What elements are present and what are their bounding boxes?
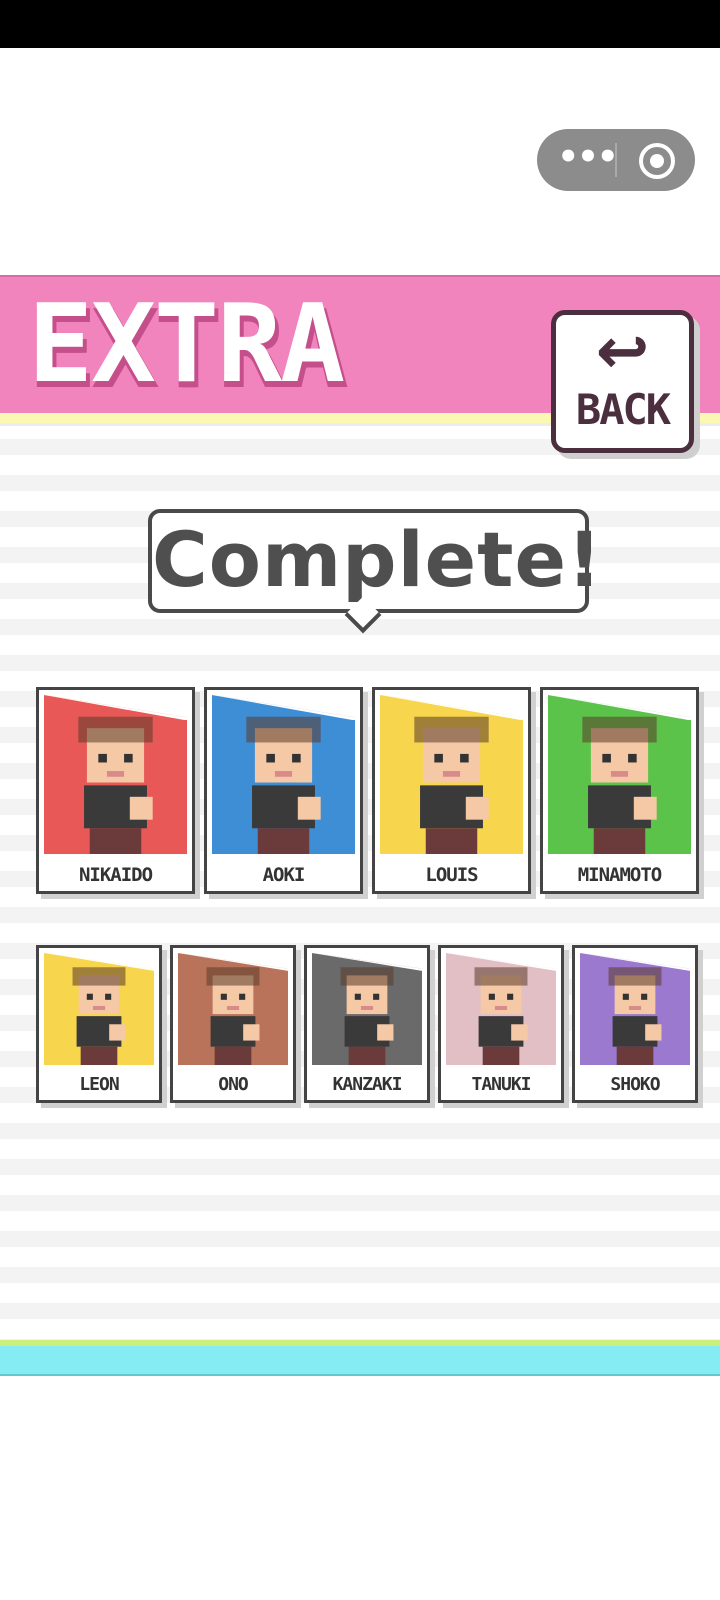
character-name: SHOKO (610, 1074, 660, 1095)
character-name: TANUKI (471, 1074, 531, 1095)
character-avatar-icon (474, 967, 528, 1065)
character-name: LOUIS (425, 864, 478, 886)
character-portrait (44, 953, 154, 1065)
back-button[interactable]: ↩ BACK (551, 310, 694, 453)
more-options-icon[interactable]: ••• (557, 129, 618, 191)
close-target-icon[interactable] (639, 143, 675, 179)
character-name: LEON (79, 1074, 119, 1095)
character-avatar-icon (340, 967, 394, 1065)
character-name: NIKAIDO (78, 864, 153, 886)
character-name: MINAMOTO (577, 864, 663, 886)
character-portrait (380, 695, 523, 854)
character-portrait (312, 953, 422, 1065)
footer-band (0, 1346, 720, 1376)
character-portrait (44, 695, 187, 854)
character-card[interactable]: ONO (170, 945, 296, 1103)
back-button-label: BACK (575, 385, 671, 434)
character-card[interactable]: SHOKO (572, 945, 698, 1103)
character-avatar-icon (78, 716, 153, 854)
character-name: KANZAKI (332, 1074, 403, 1095)
character-card[interactable]: KANZAKI (304, 945, 430, 1103)
character-card[interactable]: MINAMOTO (540, 687, 699, 894)
capsule-divider (615, 143, 617, 177)
character-card[interactable]: LOUIS (372, 687, 531, 894)
character-card[interactable]: AOKI (204, 687, 363, 894)
character-avatar-icon (608, 967, 662, 1065)
character-card[interactable]: TANUKI (438, 945, 564, 1103)
character-portrait (178, 953, 288, 1065)
character-portrait (580, 953, 690, 1065)
return-arrow-icon: ↩ (595, 315, 650, 389)
character-avatar-icon (582, 716, 657, 854)
character-portrait (212, 695, 355, 854)
character-avatar-icon (246, 716, 321, 854)
complete-speech-bubble: Complete! (148, 509, 602, 634)
character-avatar-icon (72, 967, 126, 1065)
character-avatar-icon (414, 716, 489, 854)
character-portrait (446, 953, 556, 1065)
character-avatar-icon (206, 967, 260, 1065)
complete-text: Complete! (152, 515, 603, 604)
character-name: AOKI (262, 864, 306, 886)
character-portrait (548, 695, 691, 854)
status-bar (0, 0, 720, 48)
character-name: ONO (218, 1074, 249, 1095)
page-title: EXTRA (28, 282, 345, 407)
character-card[interactable]: NIKAIDO (36, 687, 195, 894)
character-card[interactable]: LEON (36, 945, 162, 1103)
mini-program-capsule: ••• (537, 129, 695, 191)
